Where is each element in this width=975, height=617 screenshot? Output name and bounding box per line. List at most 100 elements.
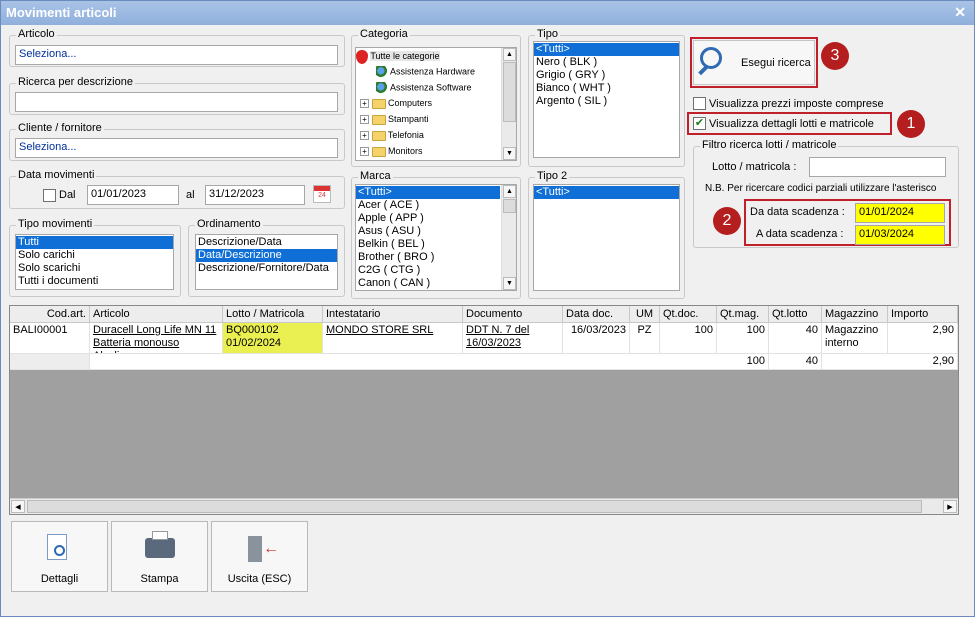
ordinamento-list[interactable]: Descrizione/Data Data/Descrizione Descri… <box>195 234 338 290</box>
column-header[interactable]: Importo <box>888 306 958 323</box>
documento-line-2[interactable]: 16/03/2023 <box>466 337 559 350</box>
tipo2-list[interactable]: <Tutti> <box>533 184 680 291</box>
tree-item[interactable]: + Stampanti <box>360 114 429 130</box>
list-item[interactable]: Canon ( CAN ) <box>356 277 516 290</box>
cell-data[interactable]: 16/03/2023 <box>563 323 630 354</box>
list-item[interactable]: Argento ( SIL ) <box>534 95 679 108</box>
al-date-input[interactable]: 31/12/2023 <box>205 185 305 205</box>
list-item[interactable]: Brother ( BRO ) <box>356 251 516 264</box>
a-scadenza-input[interactable]: 01/03/2024 <box>855 225 945 245</box>
dal-checkbox[interactable] <box>43 189 56 202</box>
list-item[interactable]: <Tutti> <box>534 186 679 199</box>
list-item[interactable]: Belkin ( BEL ) <box>356 238 516 251</box>
list-item[interactable]: <Tutti> <box>534 43 679 56</box>
exit-arrow-icon: ← <box>263 540 279 557</box>
list-item[interactable]: Nero ( BLK ) <box>534 56 679 69</box>
list-item[interactable]: Solo scarichi <box>16 262 173 275</box>
cell-qtlotto[interactable]: 40 <box>769 323 822 354</box>
column-header[interactable]: Qt.doc. <box>660 306 717 323</box>
scroll-thumb[interactable] <box>503 199 516 213</box>
expand-icon[interactable]: + <box>360 115 369 125</box>
tree-root[interactable]: Tutte le categorie <box>356 50 440 66</box>
tipo-movimenti-list[interactable]: Tutti Solo carichi Solo scarichi Tutti i… <box>15 234 174 290</box>
cell-magazzino[interactable]: Magazzino interno <box>822 323 888 354</box>
scroll-thumb[interactable] <box>503 62 516 122</box>
scroll-down-icon[interactable]: ▼ <box>503 147 516 160</box>
ricerca-input[interactable] <box>15 92 338 112</box>
column-header[interactable]: Articolo <box>90 306 223 323</box>
articolo-field[interactable]: Seleziona... <box>15 45 338 65</box>
scroll-up-icon[interactable]: ▲ <box>503 48 516 61</box>
cell-importo[interactable]: 2,90 <box>888 323 958 354</box>
cell-intestatario[interactable]: MONDO STORE SRL <box>323 323 463 354</box>
cell-qtdoc[interactable]: 100 <box>660 323 717 354</box>
scroll-down-icon[interactable]: ▼ <box>503 277 516 290</box>
column-header[interactable]: Cod.art. <box>10 306 90 323</box>
dettagli-button[interactable]: Dettagli <box>11 521 108 592</box>
stampa-button[interactable]: Stampa <box>111 521 208 592</box>
scroll-left-icon[interactable]: ◀ <box>11 500 25 513</box>
expand-icon[interactable]: + <box>360 99 369 109</box>
articolo-line-2[interactable]: Batteria monouso Alcalino <box>93 337 219 353</box>
da-scadenza-input[interactable]: 01/01/2024 <box>855 203 945 223</box>
tree-item[interactable]: + Monitors <box>360 146 423 160</box>
tree-item[interactable]: Assistenza Hardware <box>376 66 475 82</box>
marca-scrollbar[interactable]: ▲ ▼ <box>501 185 516 290</box>
dettagli-checkbox[interactable]: ✔ <box>693 117 706 130</box>
window-title: Movimenti articoli <box>6 5 117 20</box>
tipo-list[interactable]: <Tutti> Nero ( BLK ) Grigio ( GRY ) Bian… <box>533 41 680 158</box>
marca-list[interactable]: <Tutti> Acer ( ACE ) Apple ( APP ) Asus … <box>355 184 517 291</box>
expand-icon[interactable]: + <box>360 131 369 141</box>
list-item[interactable]: Bianco ( WHT ) <box>534 82 679 95</box>
close-icon[interactable]: ✕ <box>954 4 966 21</box>
intestatario-link[interactable]: MONDO STORE SRL <box>326 324 433 336</box>
column-header[interactable]: Documento <box>463 306 563 323</box>
categoria-tree[interactable]: Tutte le categorie Assistenza Hardware A… <box>355 47 517 161</box>
scroll-up-icon[interactable]: ▲ <box>503 185 516 198</box>
tipo-movimenti-label: Tipo movimenti <box>16 218 95 230</box>
list-item[interactable]: Tutti i documenti <box>16 275 173 288</box>
list-item[interactable]: C2G ( CTG ) <box>356 264 516 277</box>
list-item[interactable]: Apple ( APP ) <box>356 212 516 225</box>
list-item[interactable]: Descrizione/Data <box>196 236 337 249</box>
column-header[interactable]: UM <box>630 306 660 323</box>
esegui-ricerca-button[interactable]: Esegui ricerca <box>693 40 815 85</box>
lotto-input[interactable] <box>809 157 946 177</box>
column-header[interactable]: Qt.mag. <box>717 306 769 323</box>
column-header[interactable]: Qt.lotto <box>769 306 822 323</box>
column-header[interactable]: Magazzino <box>822 306 888 323</box>
list-item[interactable]: Acer ( ACE ) <box>356 199 516 212</box>
list-item[interactable]: <Tutti> <box>356 186 500 199</box>
grid-hscrollbar[interactable]: ◀ ▶ <box>10 498 958 514</box>
dal-date-input[interactable]: 01/01/2023 <box>87 185 179 205</box>
cell-cod[interactable]: BALI00001 <box>10 323 90 354</box>
tree-item[interactable]: + Telefonia <box>360 130 424 146</box>
results-grid[interactable]: Cod.art. Articolo Lotto / Matricola Inte… <box>9 305 959 515</box>
documento-line-1[interactable]: DDT N. 7 del <box>466 324 559 337</box>
cell-um[interactable]: PZ <box>630 323 660 354</box>
scroll-right-icon[interactable]: ▶ <box>943 500 957 513</box>
list-item[interactable]: Asus ( ASU ) <box>356 225 516 238</box>
list-item[interactable]: Tutti <box>16 236 173 249</box>
cell-lotto[interactable]: BQ000102 01/02/2024 <box>223 323 323 354</box>
column-header[interactable]: Intestatario <box>323 306 463 323</box>
column-header[interactable]: Data doc. <box>563 306 630 323</box>
categoria-scrollbar[interactable]: ▲ ▼ <box>501 48 516 160</box>
cliente-field[interactable]: Seleziona... <box>15 138 338 158</box>
calendar-icon[interactable]: 24 <box>313 185 331 203</box>
list-item[interactable]: Solo carichi <box>16 249 173 262</box>
articolo-line-1[interactable]: Duracell Long Life MN 11 <box>93 324 219 337</box>
cell-documento[interactable]: DDT N. 7 del 16/03/2023 <box>463 323 563 354</box>
uscita-button[interactable]: ← Uscita (ESC) <box>211 521 308 592</box>
cell-articolo[interactable]: Duracell Long Life MN 11 Batteria monous… <box>90 323 223 354</box>
list-item[interactable]: Descrizione/Fornitore/Data <box>196 262 337 275</box>
tree-item[interactable]: Assistenza Software <box>376 82 472 98</box>
hscroll-thumb[interactable] <box>27 500 922 513</box>
list-item[interactable]: Data/Descrizione <box>196 249 337 262</box>
column-header[interactable]: Lotto / Matricola <box>223 306 323 323</box>
tree-item[interactable]: + Computers <box>360 98 432 114</box>
list-item[interactable]: Grigio ( GRY ) <box>534 69 679 82</box>
prezzi-checkbox[interactable] <box>693 97 706 110</box>
cell-qtmag[interactable]: 100 <box>717 323 769 354</box>
expand-icon[interactable]: + <box>360 147 369 157</box>
